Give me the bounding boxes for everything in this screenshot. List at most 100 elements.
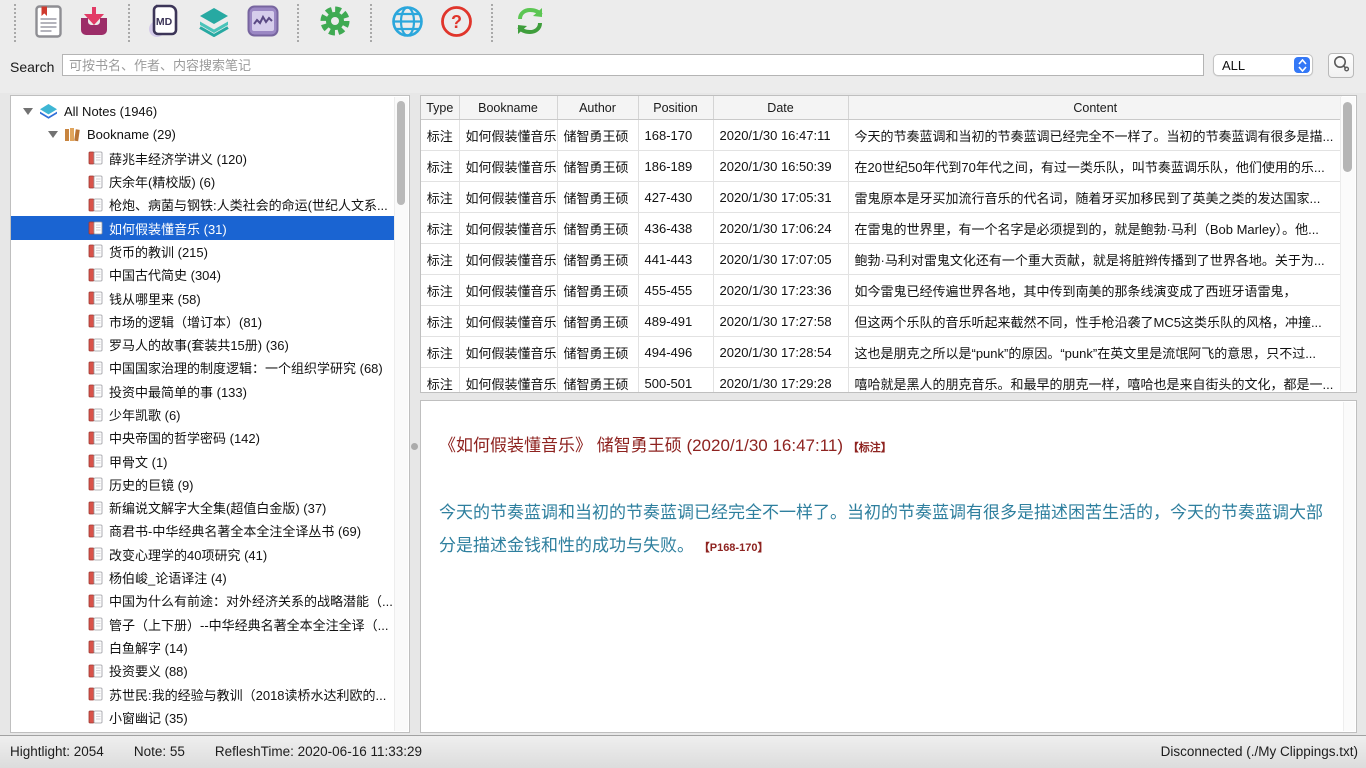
help-icon: ? — [440, 5, 473, 41]
book-tree: All Notes (1946) Bookname (29) 薛兆丰经济学讲义 … — [11, 100, 395, 733]
note-row[interactable]: 标注如何假装懂音乐储智勇王硕186-1892020/1/30 16:50:39在… — [421, 151, 1342, 182]
book-label: 如何假装懂音乐 (31) — [109, 219, 227, 238]
sidebar-book-item[interactable]: 如何假装懂音乐 (31) — [11, 216, 395, 239]
note-cell-type: 标注 — [421, 120, 459, 151]
column-header-author[interactable]: Author — [557, 96, 638, 120]
sidebar-book-item[interactable]: 投资中最简单的事 (133) — [11, 380, 395, 403]
note-cell-position: 494-496 — [638, 337, 713, 368]
note-cell-content: 今天的节奏蓝调和当初的节奏蓝调已经完全不一样了。当初的节奏蓝调有很多是描... — [848, 120, 1342, 151]
import-clippings-button[interactable] — [70, 3, 118, 42]
md-label: MD — [156, 16, 173, 28]
column-header-position[interactable]: Position — [638, 96, 713, 120]
search-button[interactable] — [1328, 53, 1354, 78]
sidebar-book-item[interactable]: 苏世民:我的经验与教训（2018读桥水达利欧的... — [11, 682, 395, 705]
settings-button[interactable] — [310, 2, 360, 43]
disclosure-triangle-icon[interactable] — [23, 108, 33, 115]
layers-button[interactable] — [189, 3, 239, 42]
magnifier-icon — [1332, 55, 1350, 76]
sidebar-book-item[interactable]: 货币的教训 (215) — [11, 240, 395, 263]
column-header-date[interactable]: Date — [713, 96, 848, 120]
toolbar-separator — [491, 4, 494, 42]
note-cell-bookname: 如何假装懂音乐 — [459, 244, 557, 275]
help-button[interactable]: ? — [432, 3, 481, 43]
note-detail-panel: 《如何假装懂音乐》 储智勇王硕 (2020/1/30 16:47:11) 【标注… — [420, 400, 1357, 733]
markdown-export-button[interactable]: MD — [141, 2, 189, 43]
note-count: Note: 55 — [134, 744, 185, 759]
website-button[interactable] — [383, 3, 432, 43]
note-row[interactable]: 标注如何假装懂音乐储智勇王硕500-5012020/1/30 17:29:28嘻… — [421, 368, 1342, 394]
sidebar-book-item[interactable]: 市场的逻辑（增订本）(81) — [11, 310, 395, 333]
book-icon — [88, 408, 103, 422]
detail-body-text: 今天的节奏蓝调和当初的节奏蓝调已经完全不一样了。当初的节奏蓝调有很多是描述困苦生… — [439, 503, 1323, 555]
settings-gear-icon — [318, 4, 352, 41]
sidebar-book-item[interactable]: 中国为什么有前途：对外经济关系的战略潜能（... — [11, 589, 395, 612]
note-cell-author: 储智勇王硕 — [557, 120, 638, 151]
sidebar-book-item[interactable]: 中国国家治理的制度逻辑：一个组织学研究 (68) — [11, 356, 395, 379]
sidebar-book-item[interactable]: 商君书-中华经典名著全本全注全译丛书 (69) — [11, 519, 395, 542]
detail-title: 《如何假装懂音乐》 储智勇王硕 (2020/1/30 16:47:11) 【标注… — [439, 431, 1326, 456]
sync-icon — [512, 5, 548, 40]
book-icon — [88, 175, 103, 189]
note-row[interactable]: 标注如何假装懂音乐储智勇王硕441-4432020/1/30 17:07:05鲍… — [421, 244, 1342, 275]
table-scrollbar[interactable] — [1340, 97, 1355, 391]
note-row[interactable]: 标注如何假装懂音乐储智勇王硕494-4962020/1/30 17:28:54这… — [421, 337, 1342, 368]
toolbar-separator — [370, 4, 373, 42]
table-header-row[interactable]: TypeBooknameAuthorPositionDateContent — [421, 96, 1342, 120]
sidebar-book-item[interactable]: 新编说文解字大全集(超值白金版) (37) — [11, 496, 395, 519]
sidebar-book-item[interactable]: 钱从哪里来 (58) — [11, 286, 395, 309]
column-header-bookname[interactable]: Bookname — [459, 96, 557, 120]
note-row[interactable]: 标注如何假装懂音乐储智勇王硕489-4912020/1/30 17:27:58但… — [421, 306, 1342, 337]
book-label: 市场的逻辑（增订本）(81) — [109, 312, 262, 331]
refresh-button[interactable] — [504, 3, 556, 42]
sidebar-book-item[interactable]: 从零开始学写作：个人增值的有效方法 (6) — [11, 729, 395, 733]
book-label: 中国国家治理的制度逻辑：一个组织学研究 (68) — [109, 358, 383, 377]
sidebar-scrollbar[interactable] — [394, 97, 408, 731]
note-cell-content: 但这两个乐队的音乐听起来截然不同，性手枪沿袭了MC5这类乐队的风格，冲撞... — [848, 306, 1342, 337]
sidebar-item-all-notes[interactable]: All Notes (1946) — [11, 100, 395, 123]
select-stepper-icon — [1294, 57, 1310, 73]
status-bar: Hightlight: 2054 Note: 55 RefleshTime: 2… — [0, 735, 1366, 768]
sidebar-book-item[interactable]: 少年凯歌 (6) — [11, 403, 395, 426]
sidebar-book-item[interactable]: 中国古代简史 (304) — [11, 263, 395, 286]
splitter-handle[interactable] — [411, 443, 418, 450]
sidebar-book-item[interactable]: 枪炮、病菌与钢铁:人类社会的命运(世纪人文系... — [11, 193, 395, 216]
sidebar-book-item[interactable]: 小窗幽记 (35) — [11, 706, 395, 729]
table-scrollbar-thumb[interactable] — [1343, 102, 1352, 172]
sidebar-book-item[interactable]: 中央帝国的哲学密码 (142) — [11, 426, 395, 449]
search-input[interactable] — [62, 54, 1204, 76]
book-label: 甲骨文 (1) — [109, 452, 168, 471]
note-cell-author: 储智勇王硕 — [557, 182, 638, 213]
book-label: 白鱼解字 (14) — [109, 638, 188, 657]
note-row[interactable]: 标注如何假装懂音乐储智勇王硕427-4302020/1/30 17:05:31雷… — [421, 182, 1342, 213]
filter-select[interactable]: ALL — [1213, 54, 1313, 76]
sidebar-book-item[interactable]: 罗马人的故事(套装共15册) (36) — [11, 333, 395, 356]
note-cell-content: 鲍勃·马利对雷鬼文化还有一个重大贡献，就是将脏辫传播到了世界各地。关于为... — [848, 244, 1342, 275]
note-cell-date: 2020/1/30 17:23:36 — [713, 275, 848, 306]
sidebar-scrollbar-thumb[interactable] — [397, 101, 405, 205]
note-cell-position: 441-443 — [638, 244, 713, 275]
book-icon — [88, 151, 103, 165]
sidebar-book-item[interactable]: 白鱼解字 (14) — [11, 636, 395, 659]
note-row[interactable]: 标注如何假装懂音乐储智勇王硕455-4552020/1/30 17:23:36如… — [421, 275, 1342, 306]
detail-scrollbar[interactable] — [1343, 402, 1355, 731]
sidebar-book-item[interactable]: 庆余年(精校版) (6) — [11, 170, 395, 193]
filter-select-value: ALL — [1214, 58, 1294, 73]
sidebar-book-item[interactable]: 薛兆丰经济学讲义 (120) — [11, 147, 395, 170]
import-clippings-icon — [78, 5, 110, 40]
sidebar-book-item[interactable]: 投资要义 (88) — [11, 659, 395, 682]
sidebar-book-item[interactable]: 甲骨文 (1) — [11, 449, 395, 472]
sidebar-book-item[interactable]: 管子（上下册）--中华经典名著全本全注全译（... — [11, 613, 395, 636]
note-row[interactable]: 标注如何假装懂音乐储智勇王硕168-1702020/1/30 16:47:11今… — [421, 120, 1342, 151]
disclosure-triangle-icon[interactable] — [48, 131, 58, 138]
note-row[interactable]: 标注如何假装懂音乐储智勇王硕436-4382020/1/30 17:06:24在… — [421, 213, 1342, 244]
sidebar-book-item[interactable]: 历史的巨镜 (9) — [11, 473, 395, 496]
note-cell-date: 2020/1/30 17:07:05 — [713, 244, 848, 275]
sidebar-item-bookname-group[interactable]: Bookname (29) — [11, 123, 395, 146]
column-header-content[interactable]: Content — [848, 96, 1342, 120]
statistics-button[interactable] — [239, 3, 287, 42]
notes-document-button[interactable] — [27, 3, 70, 43]
sidebar-book-item[interactable]: 改变心理学的40项研究 (41) — [11, 543, 395, 566]
sidebar-book-item[interactable]: 杨伯峻_论语译注 (4) — [11, 566, 395, 589]
note-cell-position: 436-438 — [638, 213, 713, 244]
column-header-type[interactable]: Type — [421, 96, 459, 120]
